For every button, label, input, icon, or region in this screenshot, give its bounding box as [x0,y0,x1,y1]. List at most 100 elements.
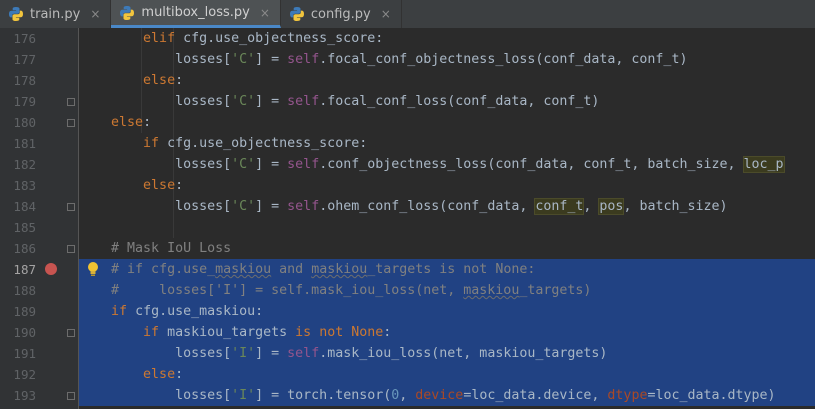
code-token: .ohem_conf_loss(conf_data, [319,199,536,214]
code-text: if maskiou_targets is not None: [79,322,391,343]
code-token: _targets) [519,283,592,298]
line-number[interactable]: 176 [0,28,36,49]
code-token: ] = [255,199,288,214]
code-text: # Mask IoU Loss [79,238,231,259]
code-line[interactable]: else: [79,364,815,385]
code-line[interactable]: # Mask IoU Loss [79,238,815,259]
breakpoint-icon[interactable] [45,263,57,275]
code-token: cfg.use_objectness_score: [183,31,384,46]
code-token: 'C' [231,94,256,109]
close-icon[interactable]: × [381,7,391,21]
code-token: 'C' [231,157,256,172]
line-number[interactable]: 180 [0,112,36,133]
line-number[interactable]: 188 [0,280,36,301]
code-token: 'C' [231,199,256,214]
code-line[interactable]: else: [79,175,815,196]
close-icon[interactable]: × [90,7,100,21]
fold-marker-icon[interactable] [67,329,75,337]
code-line[interactable]: losses['I'] = self.mask_iou_loss(net, ma… [79,343,815,364]
line-number[interactable]: 189 [0,301,36,322]
code-line[interactable]: losses['I'] = torch.tensor(0, device=loc… [79,385,815,406]
code-token: losses[ [79,94,232,109]
fold-marker-icon[interactable] [67,392,75,400]
code-token: .focal_conf_objectness_loss(conf_data, c… [319,52,688,67]
code-line[interactable]: else: [79,70,815,91]
line-number[interactable]: 178 [0,70,36,91]
code-line[interactable]: if cfg.use_maskiou: [79,301,815,322]
code-text: # if cfg.use_maskiou and maskiou_targets… [79,259,535,280]
code-token: cfg.use_maskiou: [135,304,264,319]
code-token: .mask_iou_loss(net, maskiou_targets) [319,346,608,361]
code-line[interactable]: losses['C'] = self.focal_conf_objectness… [79,49,815,70]
code-token: ] = [255,157,288,172]
close-icon[interactable]: × [260,6,270,20]
code-editor[interactable]: elif cfg.use_objectness_score: losses['C… [79,28,815,409]
line-number[interactable]: 191 [0,343,36,364]
code-token: # losses['I'] = self.mask_iou_loss(net, [111,283,464,298]
code-token: if [143,136,168,151]
lightbulb-icon[interactable] [86,261,100,277]
code-line[interactable]: # losses['I'] = self.mask_iou_loss(net, … [79,280,815,301]
code-token: =loc_data.dtype) [647,388,776,403]
fold-marker-icon[interactable] [67,245,75,253]
tab-config-py[interactable]: config.py × [281,0,402,28]
code-token: , batch_size) [623,199,728,214]
code-line[interactable]: else: [79,112,815,133]
line-number-gutter[interactable]: 176 177 178 179 180 181 182 183 184 185 186 187 188 1… [0,28,79,409]
code-token: if [111,304,136,319]
line-number[interactable]: 179 [0,91,36,112]
code-text: losses['C'] = self.focal_conf_objectness… [79,49,687,70]
code-token: maskiou [311,262,368,277]
code-token: : [175,367,184,382]
code-token: # if cfg.use_ [111,262,216,277]
fold-marker-icon[interactable] [67,119,75,127]
code-token: losses[ [79,199,232,214]
code-text: if cfg.use_maskiou: [79,301,263,322]
code-line[interactable]: losses['C'] = self.ohem_conf_loss(conf_d… [79,196,815,217]
line-number[interactable]: 182 [0,154,36,175]
code-token: losses[ [79,346,232,361]
code-token: is not None [295,325,384,340]
code-token: ] = torch.tensor( [255,388,392,403]
line-number[interactable]: 184 [0,196,36,217]
code-line[interactable]: losses['C'] = self.focal_conf_loss(conf_… [79,91,815,112]
line-number[interactable]: 186 [0,238,36,259]
code-text: losses['C'] = self.focal_conf_loss(conf_… [79,91,599,112]
code-text: if cfg.use_objectness_score: [79,133,367,154]
line-number[interactable]: 177 [0,49,36,70]
code-line[interactable]: # if cfg.use_maskiou and maskiou_targets… [79,259,815,280]
code-line[interactable]: if maskiou_targets is not None: [79,322,815,343]
line-number[interactable]: 183 [0,175,36,196]
code-token: , [583,199,600,214]
line-number[interactable]: 192 [0,364,36,385]
code-token: self [287,346,320,361]
code-token: self [287,94,320,109]
code-line[interactable]: if cfg.use_objectness_score: [79,133,815,154]
python-file-icon [289,6,305,22]
code-token: .focal_conf_loss(conf_data, conf_t) [319,94,600,109]
line-number[interactable]: 181 [0,133,36,154]
tab-multibox-loss-py[interactable]: multibox_loss.py × [111,0,281,28]
code-line[interactable] [79,217,815,238]
code-token: device [415,388,464,403]
line-number[interactable]: 187 [0,259,36,280]
code-line[interactable]: losses['C'] = self.conf_objectness_loss(… [79,154,815,175]
fold-marker-icon[interactable] [67,98,75,106]
code-token: pos [598,198,625,215]
code-token: : [383,325,392,340]
line-number[interactable]: 185 [0,217,36,238]
fold-marker-icon[interactable] [67,203,75,211]
code-token: self [287,157,320,172]
code-line[interactable]: elif cfg.use_objectness_score: [79,28,815,49]
tab-train-py[interactable]: train.py × [0,0,112,28]
line-number[interactable]: 193 [0,385,36,406]
line-number[interactable]: 190 [0,322,36,343]
code-token: losses[ [79,388,232,403]
code-token: 'I' [231,388,256,403]
